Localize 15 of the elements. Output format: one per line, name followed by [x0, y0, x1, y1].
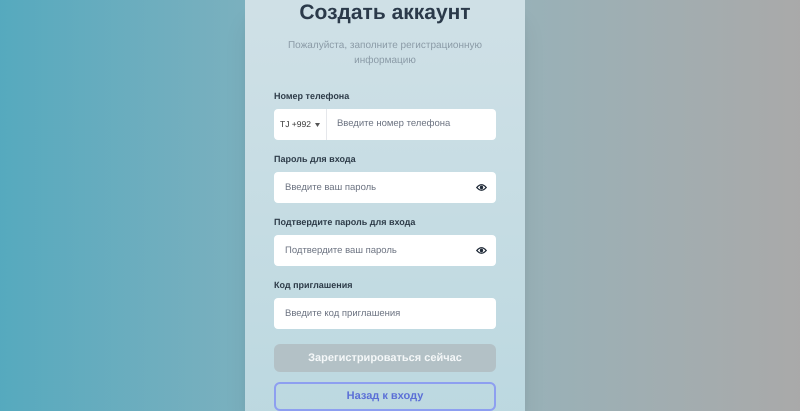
- subtitle: Пожалуйста, заполните регистрационную информацию: [286, 39, 484, 68]
- field-label: Номер телефона: [274, 90, 350, 102]
- caret-icon: [314, 122, 320, 126]
- phone-input-field[interactable]: Введите номер телефона: [336, 117, 496, 132]
- country-code-dropdown[interactable]: TJ +992: [274, 109, 327, 140]
- eye-icon[interactable]: [476, 183, 487, 192]
- field-label: Пароль для входа: [274, 153, 357, 165]
- phone-field[interactable]: TJ +992 Введите номер телефона: [274, 109, 496, 140]
- page-title: Создать аккаунт: [298, 1, 472, 25]
- password-field[interactable]: Подтвердите ваш пароль: [274, 235, 496, 266]
- invitation-code-field[interactable]: Введите код приглашения: [274, 298, 496, 329]
- field-label: Код приглашения: [274, 279, 354, 291]
- field-label: Подтвердите пароль для входа: [274, 216, 416, 228]
- eye-icon[interactable]: [476, 246, 487, 255]
- password-field[interactable]: Введите ваш пароль: [274, 172, 496, 203]
